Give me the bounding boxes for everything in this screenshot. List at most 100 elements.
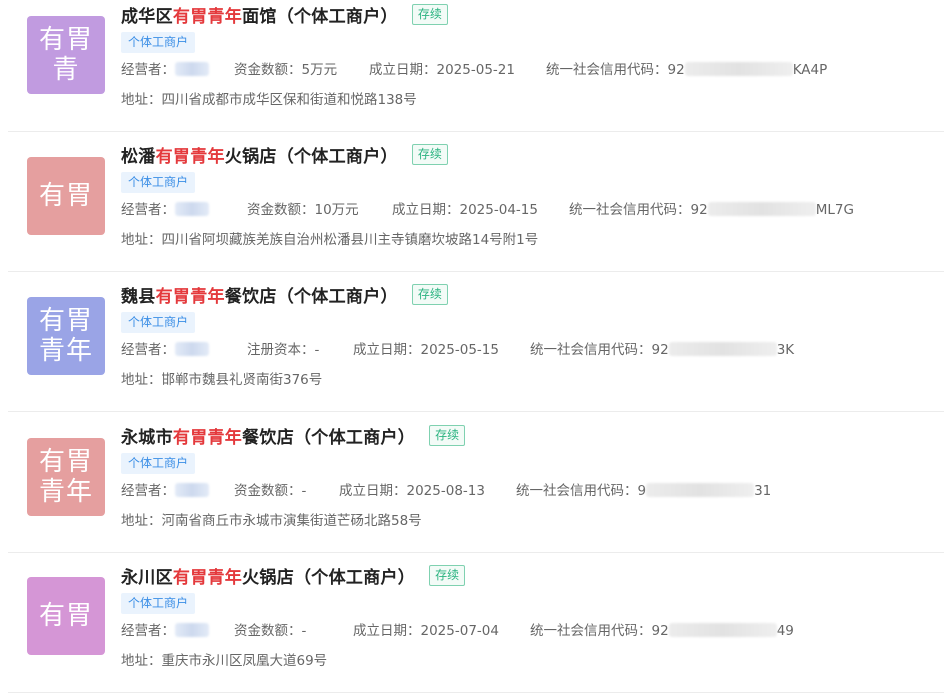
status-badge: 存续: [429, 424, 466, 446]
founded-label: 成立日期：: [353, 342, 421, 358]
name-prefix: 松潘: [121, 146, 156, 167]
credit-code-blurred: [668, 622, 777, 637]
company-logo[interactable]: 有胃青: [27, 16, 105, 94]
credit-code-label: 统一社会信用代码：: [569, 202, 691, 218]
operator-name-blurred[interactable]: [175, 341, 209, 356]
company-type-tag: 个体工商户: [121, 312, 196, 333]
capital-value: 5万元: [301, 62, 338, 78]
capital-field: 资金数额：-: [234, 621, 306, 641]
company-name-link[interactable]: 永城市有胃青年餐饮店（个体工商户）: [121, 423, 415, 448]
credit-code-field: 统一社会信用代码：92 3K: [530, 340, 794, 360]
company-name-row: 永城市有胃青年餐饮店（个体工商户） 存续: [121, 422, 466, 448]
company-name-row: 成华区有胃青年面馆（个体工商户） 存续: [121, 1, 448, 27]
company-type-tag: 个体工商户: [121, 453, 196, 474]
credit-code-start: 92: [667, 62, 685, 78]
address-label: 地址：: [121, 513, 162, 529]
company-name-link[interactable]: 成华区有胃青年面馆（个体工商户）: [121, 2, 398, 27]
company-name-link[interactable]: 魏县有胃青年餐饮店（个体工商户）: [121, 282, 398, 307]
founded-field: 成立日期：2025-05-15: [353, 340, 499, 360]
credit-code-blurred: [684, 61, 793, 76]
credit-code-blurred: [646, 482, 755, 497]
name-prefix: 魏县: [121, 286, 156, 307]
capital-label: 资金数额：: [234, 483, 302, 499]
credit-code-field: 统一社会信用代码：92 ML7G: [569, 200, 854, 220]
company-logo[interactable]: 有胃: [27, 577, 105, 655]
founded-field: 成立日期：2025-08-13: [339, 481, 485, 501]
company-type-tag: 个体工商户: [121, 32, 196, 53]
address-value[interactable]: 重庆市永川区凤凰大道69号: [162, 653, 328, 669]
company-name-row: 松潘有胃青年火锅店（个体工商户） 存续: [121, 141, 448, 167]
operator-name-blurred[interactable]: [175, 622, 209, 637]
credit-code-label: 统一社会信用代码：: [530, 623, 652, 639]
name-highlight: 有胃青年: [172, 567, 243, 588]
name-highlight: 有胃青年: [155, 286, 225, 307]
capital-label: 资金数额：: [234, 62, 302, 78]
operator-name-blurred[interactable]: [175, 482, 209, 497]
name-highlight: 有胃青年: [172, 6, 243, 27]
address-label: 地址：: [121, 653, 162, 669]
company-card[interactable]: 有胃青年 魏县有胃青年餐饮店（个体工商户） 存续 个体工商户 经营者： 注册资本…: [8, 272, 944, 412]
operator-label: 经营者：: [121, 623, 175, 639]
operator-field: 经营者：: [121, 481, 209, 501]
operator-name-blurred[interactable]: [175, 61, 209, 76]
credit-code-label: 统一社会信用代码：: [516, 483, 638, 499]
credit-code-end: 31: [754, 483, 772, 499]
name-suffix: 餐饮店（个体工商户）: [224, 286, 398, 307]
credit-code-end: 49: [776, 623, 794, 639]
address-value[interactable]: 四川省阿坝藏族羌族自治州松潘县川主寺镇磨坎坡路14号附1号: [162, 232, 539, 248]
credit-code-field: 统一社会信用代码：9 31: [516, 481, 771, 501]
founded-value: 2025-07-04: [420, 623, 499, 639]
credit-code-label: 统一社会信用代码：: [546, 62, 668, 78]
capital-value: -: [301, 623, 307, 639]
address-value[interactable]: 邯郸市魏县礼贤南街376号: [162, 372, 323, 388]
address-row: 地址：邯郸市魏县礼贤南街376号: [121, 370, 322, 390]
name-suffix: 餐饮店（个体工商户）: [242, 427, 416, 448]
company-logo[interactable]: 有胃: [27, 157, 105, 235]
credit-code-end: 3K: [776, 342, 795, 358]
capital-label: 注册资本：: [247, 342, 315, 358]
credit-code-blurred: [707, 201, 816, 216]
operator-field: 经营者：: [121, 60, 209, 80]
status-badge: 存续: [411, 283, 448, 305]
operator-label: 经营者：: [121, 202, 175, 218]
operator-name-blurred[interactable]: [175, 201, 209, 216]
status-badge: 存续: [429, 564, 466, 586]
company-name-row: 魏县有胃青年餐饮店（个体工商户） 存续: [121, 281, 448, 307]
credit-code-field: 统一社会信用代码：92 KA4P: [546, 60, 827, 80]
status-badge: 存续: [411, 143, 448, 165]
founded-value: 2025-04-15: [459, 202, 538, 218]
address-value[interactable]: 河南省商丘市永城市演集街道芒砀北路58号: [162, 513, 422, 529]
address-row: 地址：重庆市永川区凤凰大道69号: [121, 651, 327, 671]
name-prefix: 永城市: [121, 427, 173, 448]
company-name-link[interactable]: 永川区有胃青年火锅店（个体工商户）: [121, 563, 415, 588]
address-row: 地址：四川省成都市成华区保和街道和悦路138号: [121, 90, 417, 110]
founded-label: 成立日期：: [369, 62, 437, 78]
address-value[interactable]: 四川省成都市成华区保和街道和悦路138号: [162, 92, 417, 108]
company-card[interactable]: 有胃青 成华区有胃青年面馆（个体工商户） 存续 个体工商户 经营者： 资金数额：…: [8, 0, 944, 132]
company-card[interactable]: 有胃 松潘有胃青年火锅店（个体工商户） 存续 个体工商户 经营者： 资金数额：1…: [8, 132, 944, 272]
company-logo[interactable]: 有胃青年: [27, 438, 105, 516]
company-card[interactable]: 有胃青年 永城市有胃青年餐饮店（个体工商户） 存续 个体工商户 经营者： 资金数…: [8, 413, 944, 553]
company-type-tag: 个体工商户: [121, 593, 196, 614]
capital-field: 资金数额：5万元: [234, 60, 337, 80]
capital-field: 注册资本：-: [247, 340, 319, 360]
capital-field: 资金数额：-: [234, 481, 306, 501]
name-suffix: 面馆（个体工商户）: [242, 6, 398, 27]
credit-code-field: 统一社会信用代码：92 49: [530, 621, 794, 641]
name-highlight: 有胃青年: [155, 146, 225, 167]
founded-value: 2025-05-21: [436, 62, 515, 78]
company-name-link[interactable]: 松潘有胃青年火锅店（个体工商户）: [121, 142, 398, 167]
credit-code-start: 92: [690, 202, 708, 218]
credit-code-label: 统一社会信用代码：: [530, 342, 652, 358]
name-prefix: 永川区: [121, 567, 173, 588]
credit-code-blurred: [668, 341, 777, 356]
address-row: 地址：河南省商丘市永城市演集街道芒砀北路58号: [121, 511, 422, 531]
founded-value: 2025-05-15: [420, 342, 499, 358]
founded-field: 成立日期：2025-05-21: [369, 60, 515, 80]
credit-code-end: ML7G: [815, 202, 854, 218]
founded-label: 成立日期：: [339, 483, 407, 499]
address-label: 地址：: [121, 232, 162, 248]
operator-field: 经营者：: [121, 200, 209, 220]
company-card[interactable]: 有胃 永川区有胃青年火锅店（个体工商户） 存续 个体工商户 经营者： 资金数额：…: [8, 553, 944, 693]
company-logo[interactable]: 有胃青年: [27, 297, 105, 375]
